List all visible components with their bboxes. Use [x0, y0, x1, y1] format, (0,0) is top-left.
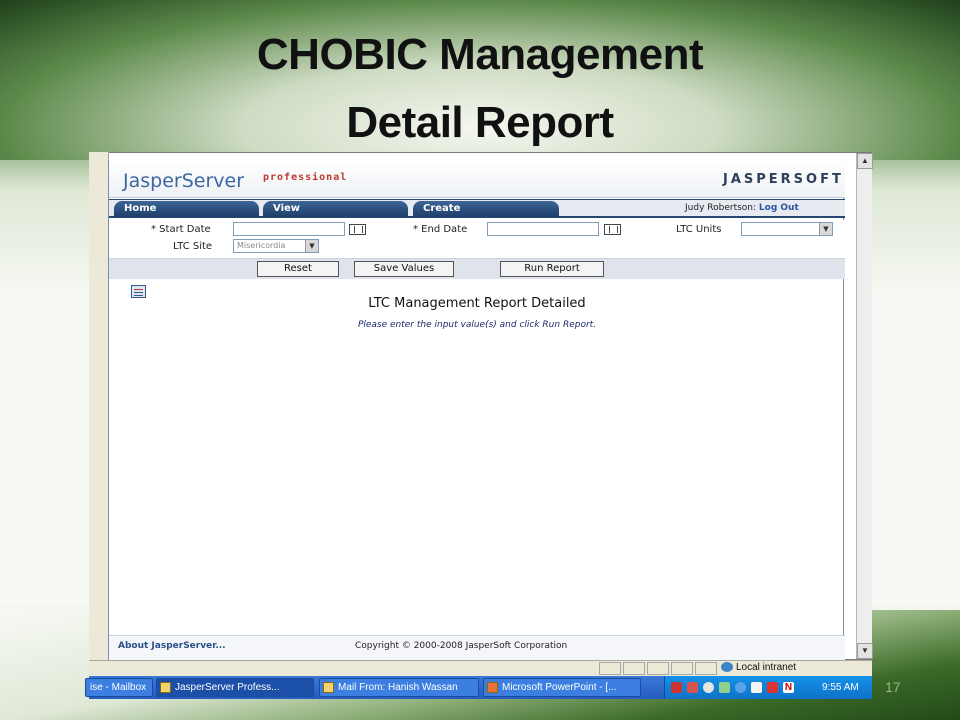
mail-icon — [323, 682, 334, 693]
ltc-site-label: LTC Site — [173, 241, 213, 252]
end-date-input[interactable] — [487, 222, 599, 236]
status-panel — [647, 662, 669, 675]
ltc-units-label: LTC Units — [676, 224, 722, 235]
jasperserver-logo: JasperServer — [123, 170, 245, 192]
task-mail[interactable]: Mail From: Hanish Wassan — [319, 678, 479, 697]
security-zone: Local intranet — [721, 662, 796, 673]
app-header: JasperServer professional JASPERSOFT — [109, 160, 845, 198]
start-date-calendar-icon[interactable] — [349, 224, 366, 235]
tray-app-icon[interactable] — [767, 682, 778, 693]
end-date-calendar-icon[interactable] — [604, 224, 621, 235]
browser-left-panel — [89, 152, 109, 660]
tab-home-label: Home — [124, 203, 157, 214]
ltc-units-select[interactable]: ▼ — [741, 222, 833, 236]
tab-view-label: View — [273, 203, 301, 214]
logo-tagline: professional — [263, 172, 348, 183]
tray-n-icon[interactable]: N — [783, 682, 794, 693]
reset-button[interactable]: Reset — [257, 261, 339, 277]
jaspersoft-logo: JASPERSOFT — [723, 172, 844, 187]
page-footer: About JasperServer... Copyright © 2000-2… — [109, 635, 845, 660]
status-panel — [599, 662, 621, 675]
start-date-input[interactable] — [233, 222, 345, 236]
status-panel — [695, 662, 717, 675]
chevron-down-icon[interactable]: ▼ — [819, 223, 832, 235]
scroll-down-icon[interactable]: ▼ — [857, 643, 873, 659]
tab-create-label: Create — [423, 203, 461, 214]
about-link[interactable]: About JasperServer... — [118, 641, 226, 651]
tray-app-icon[interactable] — [703, 682, 714, 693]
task-mailbox-label: ise - Mailbox — [90, 682, 147, 693]
start-date-label: * Start Date — [151, 224, 211, 235]
task-jasperserver-label: JasperServer Profess... — [175, 682, 280, 693]
slide-title-line1: CHOBIC Management — [256, 30, 704, 79]
tray-app-icon[interactable] — [751, 682, 762, 693]
task-mailbox[interactable]: ise - Mailbox — [85, 678, 153, 697]
jasperserver-page: JasperServer professional JASPERSOFT Hom… — [108, 160, 845, 660]
button-bar: Reset Save Values Run Report — [109, 258, 845, 279]
task-mail-label: Mail From: Hanish Wassan — [338, 682, 458, 693]
browser-status-bar: Local intranet — [89, 660, 872, 676]
security-zone-label: Local intranet — [736, 662, 797, 673]
task-powerpoint-label: Microsoft PowerPoint - [... — [502, 682, 617, 693]
taskbar-clock: 9:55 AM — [822, 682, 859, 693]
slide-number: 17 — [885, 679, 901, 695]
chevron-down-icon[interactable]: ▼ — [305, 240, 318, 252]
powerpoint-icon — [487, 682, 498, 693]
run-report-button[interactable]: Run Report — [500, 261, 604, 277]
save-values-button[interactable]: Save Values — [354, 261, 454, 277]
internet-explorer-icon — [160, 682, 171, 693]
end-date-label: * End Date — [413, 224, 468, 235]
vertical-scrollbar[interactable]: ▲ ▼ — [856, 153, 873, 659]
tray-app-icon[interactable] — [671, 682, 682, 693]
status-panel — [623, 662, 645, 675]
status-panel — [671, 662, 693, 675]
slide-title-line2: Detail Report — [346, 98, 614, 147]
tab-view[interactable]: View — [263, 201, 408, 217]
ltc-site-select[interactable]: Misericordia ▼ — [233, 239, 319, 253]
user-name: Judy Robertson: — [685, 203, 757, 213]
scroll-up-icon[interactable]: ▲ — [857, 153, 873, 169]
logout-link[interactable]: Log Out — [759, 203, 799, 213]
user-area: Judy Robertson: Log Out — [685, 203, 799, 213]
tab-create[interactable]: Create — [413, 201, 559, 217]
report-title: LTC Management Report Detailed — [368, 296, 586, 311]
tray-app-icon[interactable] — [687, 682, 698, 693]
copyright-text: Copyright © 2000-2008 JasperSoft Corpora… — [355, 641, 568, 651]
nav-bar: Home View Create Judy Robertson: Log Out — [109, 199, 845, 218]
tray-app-icon[interactable] — [719, 682, 730, 693]
ltc-site-value: Misericordia — [237, 241, 286, 250]
tab-home[interactable]: Home — [114, 201, 259, 217]
task-powerpoint[interactable]: Microsoft PowerPoint - [... — [483, 678, 641, 697]
tray-network-icon[interactable] — [735, 682, 746, 693]
input-controls: * Start Date * End Date LTC Units ▼ LTC … — [109, 220, 845, 258]
intranet-icon — [721, 662, 733, 673]
report-message: Please enter the input value(s) and clic… — [357, 320, 597, 330]
windows-taskbar: ise - Mailbox JasperServer Profess... Ma… — [85, 676, 872, 699]
task-jasperserver[interactable]: JasperServer Profess... — [156, 678, 314, 697]
